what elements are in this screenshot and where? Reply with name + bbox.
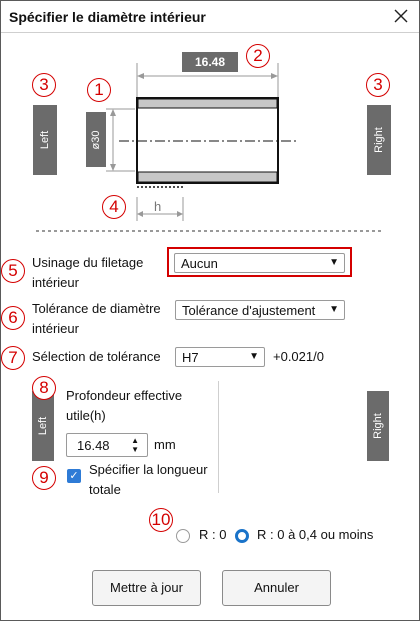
marker-7: 7 [1, 346, 25, 370]
marker-5: 5 [1, 259, 25, 283]
marker-4: 4 [102, 195, 126, 219]
thread-label: Usinage du filetage intérieur [32, 255, 144, 290]
spinner-icon[interactable]: ▲ ▼ [131, 436, 139, 454]
tolerance-value: H7 [182, 350, 199, 365]
tolerance-type-label: Tolérance de diamètre intérieur [32, 301, 161, 336]
total-length-checkbox[interactable]: ✓ [67, 469, 81, 483]
checkmark-icon: ✓ [69, 470, 79, 482]
radius-option-b-label: R : 0 à 0,4 ou moins [257, 527, 374, 542]
radius-option-a[interactable] [176, 529, 190, 543]
marker-2: 2 [246, 44, 270, 68]
total-length-label: Spécifier la longueur totale [89, 462, 208, 497]
chevron-down-icon: ▼ [329, 304, 339, 315]
radius-option-a-label: R : 0 [199, 527, 227, 542]
chevron-down-icon: ▼ [249, 351, 259, 362]
depth-input[interactable]: 16.48 ▲ ▼ [66, 433, 148, 457]
radius-option-b[interactable] [235, 529, 249, 543]
right-view-tab[interactable]: Right [367, 105, 391, 175]
marker-3-right: 3 [366, 73, 390, 97]
h-dimension: h [154, 199, 162, 214]
tolerance-type-select[interactable]: Tolérance d'ajustement ▼ [175, 300, 345, 320]
window-title: Spécifier le diamètre intérieur [9, 9, 206, 25]
marker-8: 8 [32, 376, 56, 400]
depth-unit: mm [154, 437, 176, 452]
length-dimension: 16.48 [182, 52, 238, 72]
close-icon[interactable] [391, 6, 411, 26]
update-button[interactable]: Mettre à jour [92, 570, 201, 606]
title-bar: Spécifier le diamètre intérieur [1, 1, 419, 33]
divider [218, 381, 219, 493]
thread-select[interactable]: Aucun ▼ [174, 253, 345, 273]
tolerance-select[interactable]: H7 ▼ [175, 347, 265, 367]
thread-value: Aucun [181, 256, 218, 271]
diameter-dimension: ø30 [86, 112, 106, 167]
depth-value: 16.48 [77, 438, 110, 453]
marker-1: 1 [87, 78, 111, 102]
tolerance-type-value: Tolérance d'ajustement [182, 303, 316, 318]
chevron-down-icon: ▼ [329, 257, 339, 268]
cancel-button[interactable]: Annuler [222, 570, 331, 606]
dialog: Spécifier le diamètre intérieur 16.48 ø3… [0, 0, 420, 621]
marker-9: 9 [32, 466, 56, 490]
tolerance-suffix: +0.021/0 [273, 349, 324, 364]
left-side-tab[interactable]: Left [32, 391, 54, 461]
marker-10: 10 [149, 508, 173, 532]
depth-label: Profondeur effective utile(h) [66, 388, 183, 423]
tolerance-select-label: Sélection de tolérance [32, 349, 161, 364]
marker-6: 6 [1, 306, 25, 330]
left-view-tab[interactable]: Left [33, 105, 57, 175]
marker-3-left: 3 [32, 73, 56, 97]
right-side-tab[interactable]: Right [367, 391, 389, 461]
